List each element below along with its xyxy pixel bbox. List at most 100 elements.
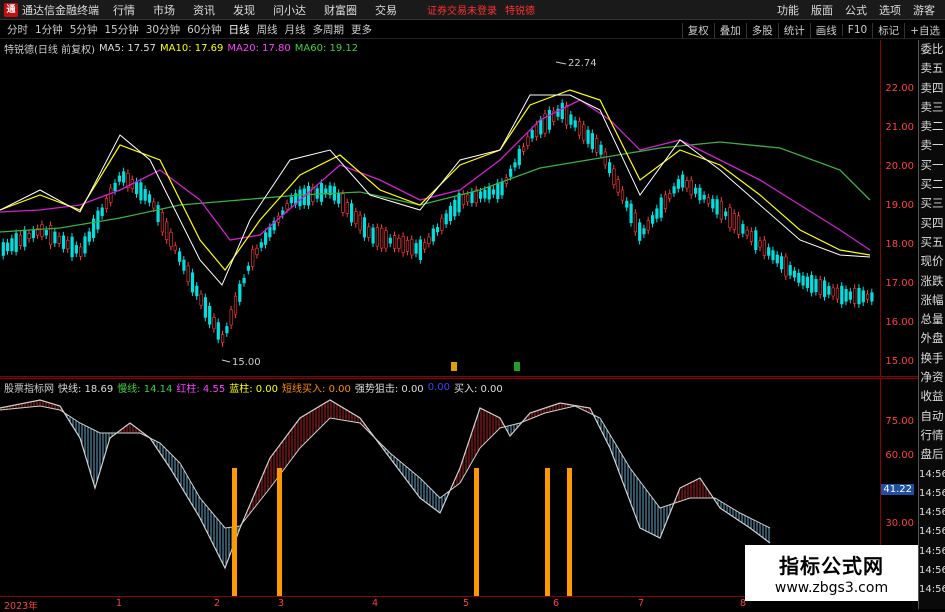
candle-body [655,208,659,219]
period-tab[interactable]: 30分钟 [146,22,180,37]
side-panel-item[interactable]: 买一 [919,156,945,175]
candle-body [569,114,573,125]
side-panel-item[interactable]: 买五 [919,233,945,252]
candle-body [18,234,23,246]
side-panel-item[interactable]: 外盘 [919,329,945,348]
candle-body [212,317,216,330]
candle-body [405,240,410,252]
guest-label[interactable]: 游客 [913,2,935,18]
indicator-bars [0,400,770,566]
candle-body [607,162,612,174]
side-panel-item[interactable]: 卖五 [919,59,945,78]
candle-body [586,129,590,144]
candle-body [147,194,152,203]
candle-body [466,194,470,203]
candle-body [840,285,844,305]
event-marker [451,362,457,371]
side-panel-item[interactable]: 14:56 [919,542,945,561]
menu-function[interactable]: 功能 [777,2,799,18]
candle-body [152,201,156,209]
candle-body [70,236,74,258]
period-tab-more[interactable]: 更多 [351,22,372,37]
tool-add-fav[interactable]: +自选 [904,22,945,38]
side-panel-item[interactable]: 涨跌 [919,272,945,291]
side-panel-item[interactable]: 卖二 [919,117,945,136]
candle-body [762,239,766,256]
side-panel-item[interactable]: 14:56 [919,522,945,541]
menu-formula[interactable]: 公式 [845,2,867,18]
candle-body [358,214,362,231]
menu-discover[interactable]: 发现 [233,2,255,18]
tool-multi[interactable]: 多股 [745,22,778,38]
side-panel-item[interactable]: 买二 [919,175,945,194]
menu-market[interactable]: 市场 [153,2,175,18]
candle-body [530,130,534,139]
candle-body [208,305,212,325]
menu-trade[interactable]: 交易 [375,2,397,18]
candlestick-chart[interactable]: 22.74 15.00 [0,40,915,376]
side-panel-item[interactable]: 14:56 [919,484,945,503]
side-panel-item[interactable]: 卖三 [919,98,945,117]
menu-layout[interactable]: 版面 [811,2,833,18]
side-panel-item[interactable]: 涨幅 [919,291,945,310]
period-tab[interactable]: 15分钟 [104,22,138,37]
side-panel-item[interactable]: 现价 [919,252,945,271]
stock-alert: 特锐德 [505,6,535,17]
side-panel-item[interactable]: 委比 [919,40,945,59]
candle-body [767,247,771,256]
candle-body [771,250,775,261]
side-panel-item[interactable]: 14:56 [919,580,945,599]
candle-body [650,215,655,224]
menu-ask[interactable]: 问小达 [273,2,306,18]
side-panel-item[interactable]: 行情 [919,426,945,445]
side-panel-item[interactable]: 收益 [919,387,945,406]
side-panel-item[interactable]: 14:56 [919,465,945,484]
candle-body [638,222,642,241]
menu-quotes[interactable]: 行情 [113,2,135,18]
candle-body [457,193,461,213]
menu-wealth[interactable]: 财富圈 [324,2,357,18]
period-tab[interactable]: 60分钟 [187,22,221,37]
side-panel-item[interactable]: 总量 [919,310,945,329]
side-panel-item[interactable]: 净资 [919,368,945,387]
candle-body [83,236,87,254]
period-tab[interactable]: 分时 [7,22,28,37]
date-tick: 2 [214,598,221,609]
candle-body [427,236,431,245]
tool-overlay[interactable]: 叠加 [713,22,746,38]
side-panel-item[interactable]: 买三 [919,194,945,213]
candle-body [401,236,405,254]
side-panel-item[interactable]: 14:56 [919,561,945,580]
candle-body [642,228,646,235]
period-tab[interactable]: 5分钟 [70,22,98,37]
period-tab[interactable]: 多周期 [313,22,345,37]
tool-f10[interactable]: F10 [841,24,872,36]
side-panel-item[interactable]: 14:56 [919,503,945,522]
tool-stats[interactable]: 统计 [777,22,810,38]
login-alert[interactable]: 证券交易未登录 [427,2,497,17]
side-panel-item[interactable]: 盘后 [919,445,945,464]
candle-body [827,286,831,295]
side-panel-item[interactable]: 卖四 [919,79,945,98]
candle-body [143,189,147,201]
period-tab-daily[interactable]: 日线 [229,22,250,37]
menu-news[interactable]: 资讯 [193,2,215,18]
period-tab[interactable]: 1分钟 [35,22,63,37]
candle-body [448,205,453,222]
side-panel-item[interactable]: 换手 [919,349,945,368]
candle-body [53,231,57,244]
period-tab[interactable]: 周线 [257,22,278,37]
tool-draw[interactable]: 画线 [809,22,842,38]
menu-options[interactable]: 选项 [879,2,901,18]
side-panel-item[interactable]: 自动 [919,407,945,426]
period-tab[interactable]: 月线 [285,22,306,37]
side-panel-item[interactable]: 卖一 [919,136,945,155]
tool-mark[interactable]: 标记 [872,22,904,38]
candle-body [573,120,577,128]
candle-body [736,215,741,235]
side-panel-item[interactable]: 买四 [919,214,945,233]
candle-body [246,265,251,271]
candle-body [40,224,44,237]
tool-restore[interactable]: 复权 [681,22,714,38]
candle-body [109,187,113,203]
